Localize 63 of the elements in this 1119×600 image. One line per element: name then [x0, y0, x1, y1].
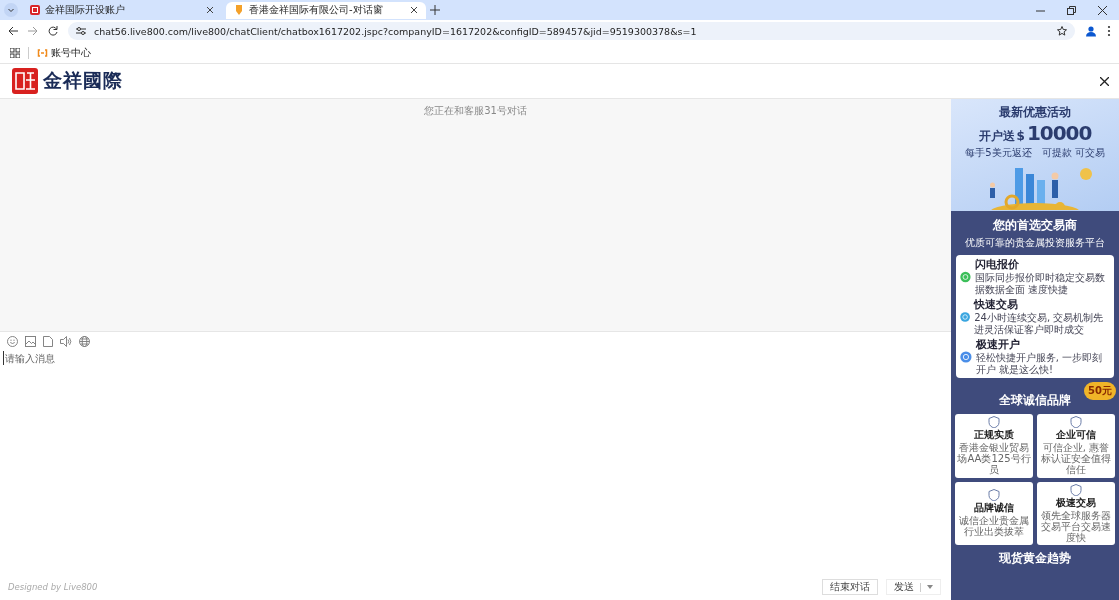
feature-description: 24小时连续交易, 交易机制先进灵活保证客户即时成交 — [974, 312, 1105, 335]
seal-logo-icon — [12, 68, 38, 94]
shield-icon — [1070, 416, 1082, 428]
offer-text: 开户送 — [978, 128, 1015, 145]
close-icon[interactable] — [206, 6, 214, 14]
star-icon[interactable] — [1057, 26, 1067, 36]
shield-icon — [988, 489, 1000, 502]
close-icon[interactable] — [1100, 76, 1109, 86]
card-title: 品牌诚信 — [974, 501, 1014, 515]
browser-tab[interactable]: 香港金祥国际有限公司-对话窗 — [226, 1, 426, 19]
section-title: 您的首选交易商 — [992, 217, 1078, 234]
tab-list-icon[interactable] — [4, 3, 18, 17]
section-title: 全球诚信品牌 — [998, 392, 1072, 409]
close-icon[interactable] — [1098, 5, 1107, 15]
new-tab-icon[interactable] — [430, 5, 440, 15]
feature-description: 国际同步报价即时稳定交易数据数据全面 速度快捷 — [974, 272, 1106, 295]
feature-title: 快速交易 — [974, 298, 1020, 312]
favicon-icon — [30, 5, 40, 15]
feature-description: 轻松快捷开户服务, 一步即刻开户 就是这么快! — [975, 352, 1104, 375]
credit-text: Designed by Live800 — [8, 582, 99, 592]
speaker-icon[interactable] — [60, 336, 72, 347]
bonus-amount: 10000 — [1026, 121, 1092, 145]
reload-icon[interactable] — [48, 26, 58, 36]
bookmark-flag-icon — [234, 5, 244, 15]
back-icon[interactable] — [8, 26, 18, 36]
shield-icon — [1070, 483, 1082, 496]
card-description: 可信企业, 惠誉标认证安全值得信任 — [1040, 442, 1112, 476]
address-bar[interactable]: chat56.live800.com/live800/chatClient/chatbox1617202.jspc?companyID=1617202&configID=589457&jid=9519300378&s=1 — [68, 22, 1075, 40]
caret-icon — [927, 585, 933, 589]
send-button[interactable]: 发送 — [886, 579, 941, 595]
card-description: 领先全球服务器交易平台交易速度快 — [1040, 509, 1112, 544]
bookmark-link[interactable]: 账号中心 — [37, 45, 91, 60]
close-icon[interactable] — [410, 6, 418, 14]
site-settings-icon — [76, 26, 86, 36]
restore-icon[interactable] — [1067, 5, 1076, 15]
feature-title: 闪电报价 — [974, 258, 1020, 272]
profile-icon[interactable] — [1085, 25, 1097, 37]
browser-tab[interactable]: 金祥国际开设账户 — [22, 1, 222, 19]
forward-icon[interactable] — [28, 26, 38, 36]
coin-badge: 50元 — [1084, 382, 1116, 400]
status-notice: 您正在和客服31号对话 — [424, 104, 527, 116]
end-chat-button[interactable]: 结束对话 — [822, 579, 878, 595]
promo-tagline: 可提款 可交易 — [1041, 146, 1105, 160]
shield-icon — [988, 416, 1000, 428]
card-title: 极速交易 — [1056, 495, 1096, 510]
menu-icon[interactable] — [1107, 25, 1111, 37]
image-icon[interactable] — [25, 336, 36, 347]
feature-title: 极速开户 — [975, 338, 1021, 352]
section-title: 现货黄金趋势 — [997, 550, 1072, 568]
currency-sign: $ — [1016, 129, 1025, 143]
globe-icon[interactable] — [79, 336, 90, 347]
section-subtitle: 优质可靠的贵金属投资服务平台 — [964, 236, 1106, 250]
card-title: 企业可信 — [1056, 428, 1096, 442]
promo-title: 最新优惠活动 — [999, 104, 1071, 121]
card-description: 香港金银业贸易场AA类125号行员 — [957, 442, 1031, 476]
logo-text: 金祥國際 — [43, 68, 123, 93]
card-title: 正规实质 — [974, 428, 1014, 442]
emoji-icon[interactable] — [7, 336, 18, 347]
file-icon[interactable] — [43, 336, 53, 347]
promo-tagline: 每手5美元返还 — [965, 146, 1032, 160]
card-description: 诚信企业贵金属行业出类拔萃 — [958, 515, 1030, 538]
link-icon — [37, 48, 48, 57]
apps-grid-icon[interactable] — [10, 47, 20, 58]
